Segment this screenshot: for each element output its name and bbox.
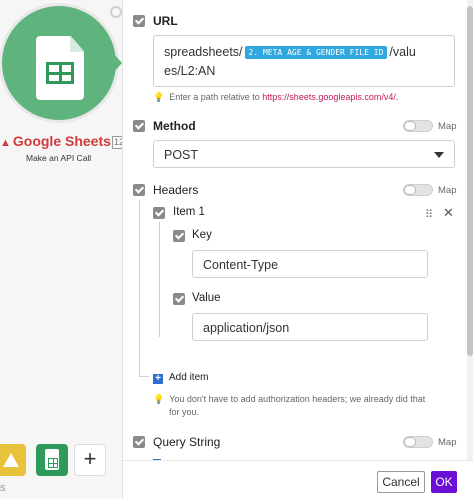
header-item-label: Item 1 [173, 206, 205, 218]
scrollbar-thumb[interactable] [467, 6, 473, 356]
panel-footer: Cancel OK [123, 460, 474, 499]
key-input[interactable]: Content-Type [192, 250, 428, 278]
close-icon[interactable]: ✕ [443, 205, 454, 221]
module-subtitle: Make an API Call [26, 153, 92, 163]
url-field[interactable]: spreadsheets/2. META AGE & GENDER FILE I… [153, 35, 455, 87]
module-dock: + [0, 444, 122, 478]
headers-map-label: Map [438, 185, 457, 196]
cancel-button[interactable]: Cancel [377, 471, 425, 493]
item-checkbox[interactable] [153, 207, 165, 219]
api-base-link[interactable]: https://sheets.googleapis.com/v4/. [262, 92, 398, 102]
query-string-label: Query String [153, 435, 221, 449]
method-label: Method [153, 119, 196, 133]
method-checkbox[interactable] [133, 120, 145, 132]
panel-scrollbar[interactable] [467, 0, 473, 499]
drag-handle-icon[interactable]: ⠿ [425, 208, 433, 221]
headers-hint: 💡 You don't have to add authorization hea… [153, 394, 426, 417]
query-string-checkbox[interactable] [133, 436, 145, 448]
add-item-button[interactable]: + Add item [153, 372, 208, 384]
url-line-2: es/L2:AN [164, 64, 216, 78]
module-settings-panel: URL spreadsheets/2. META AGE & GENDER FI… [122, 0, 474, 499]
item-tree-line [159, 222, 160, 337]
headers-checkbox[interactable] [133, 184, 145, 196]
url-label: URL [153, 14, 178, 28]
method-map-toggle[interactable] [403, 120, 433, 132]
google-sheets-module[interactable] [2, 6, 116, 120]
value-label: Value [192, 292, 221, 304]
headers-map-toggle[interactable] [403, 184, 433, 196]
module-id-badge: 12 [112, 136, 122, 149]
method-value: POST [164, 148, 199, 162]
value-value: application/json [203, 321, 290, 335]
value-checkbox[interactable] [173, 293, 185, 305]
lightbulb-icon: 💡 [153, 394, 165, 404]
key-value: Content-Type [203, 258, 279, 272]
warning-icon: ▲ [0, 137, 11, 149]
key-checkbox[interactable] [173, 230, 185, 242]
lightbulb-icon: 💡 [153, 92, 165, 102]
headers-tree-line [139, 200, 140, 376]
module-connector-icon[interactable] [112, 52, 122, 74]
url-suffix: /valu [389, 45, 416, 59]
scenario-canvas: ▲Google Sheets 12 Make an API Call + S [0, 0, 122, 499]
google-drive-icon[interactable] [0, 444, 26, 476]
google-sheets-icon [36, 36, 84, 100]
query-map-label: Map [438, 437, 457, 448]
key-label: Key [192, 229, 212, 241]
url-checkbox[interactable] [133, 15, 145, 27]
url-hint: 💡 Enter a path relative to https://sheets… [153, 92, 399, 102]
headers-tree-branch [139, 376, 149, 377]
mapped-variable-pill[interactable]: 2. META AGE & GENDER FILE ID [244, 46, 388, 59]
module-link-icon [110, 6, 122, 18]
ok-button[interactable]: OK [431, 471, 457, 493]
method-select[interactable]: POST [153, 140, 455, 168]
google-sheets-dock-icon[interactable] [36, 444, 68, 476]
value-input[interactable]: application/json [192, 313, 428, 341]
headers-label: Headers [153, 183, 199, 197]
add-module-button[interactable]: + [74, 444, 106, 476]
module-title: ▲ Google Sheets [0, 133, 111, 149]
plus-icon: + [153, 374, 163, 384]
dock-label: S [0, 484, 6, 493]
method-map-label: Map [438, 121, 457, 132]
query-map-toggle[interactable] [403, 436, 433, 448]
url-prefix: spreadsheets/ [164, 45, 243, 59]
chevron-down-icon [434, 152, 444, 158]
